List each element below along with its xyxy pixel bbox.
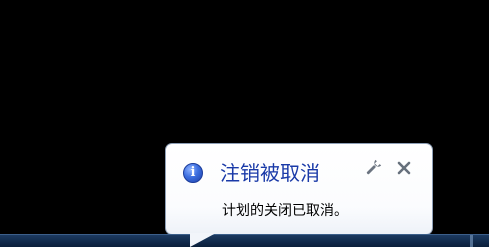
balloon-tail bbox=[190, 233, 216, 247]
wrench-icon[interactable] bbox=[364, 159, 382, 177]
info-icon: i bbox=[183, 163, 203, 183]
show-desktop-edge[interactable] bbox=[470, 235, 473, 247]
info-icon-glyph: i bbox=[190, 165, 196, 180]
desktop: i 注销被取消 计划的关闭已取消。 bbox=[0, 0, 489, 247]
notification-balloon[interactable]: i 注销被取消 计划的关闭已取消。 bbox=[165, 143, 433, 235]
taskbar bbox=[0, 234, 489, 247]
close-icon bbox=[397, 161, 411, 175]
notification-message: 计划的关闭已取消。 bbox=[222, 203, 348, 219]
close-button[interactable] bbox=[394, 158, 414, 178]
notification-title: 注销被取消 bbox=[220, 161, 320, 185]
